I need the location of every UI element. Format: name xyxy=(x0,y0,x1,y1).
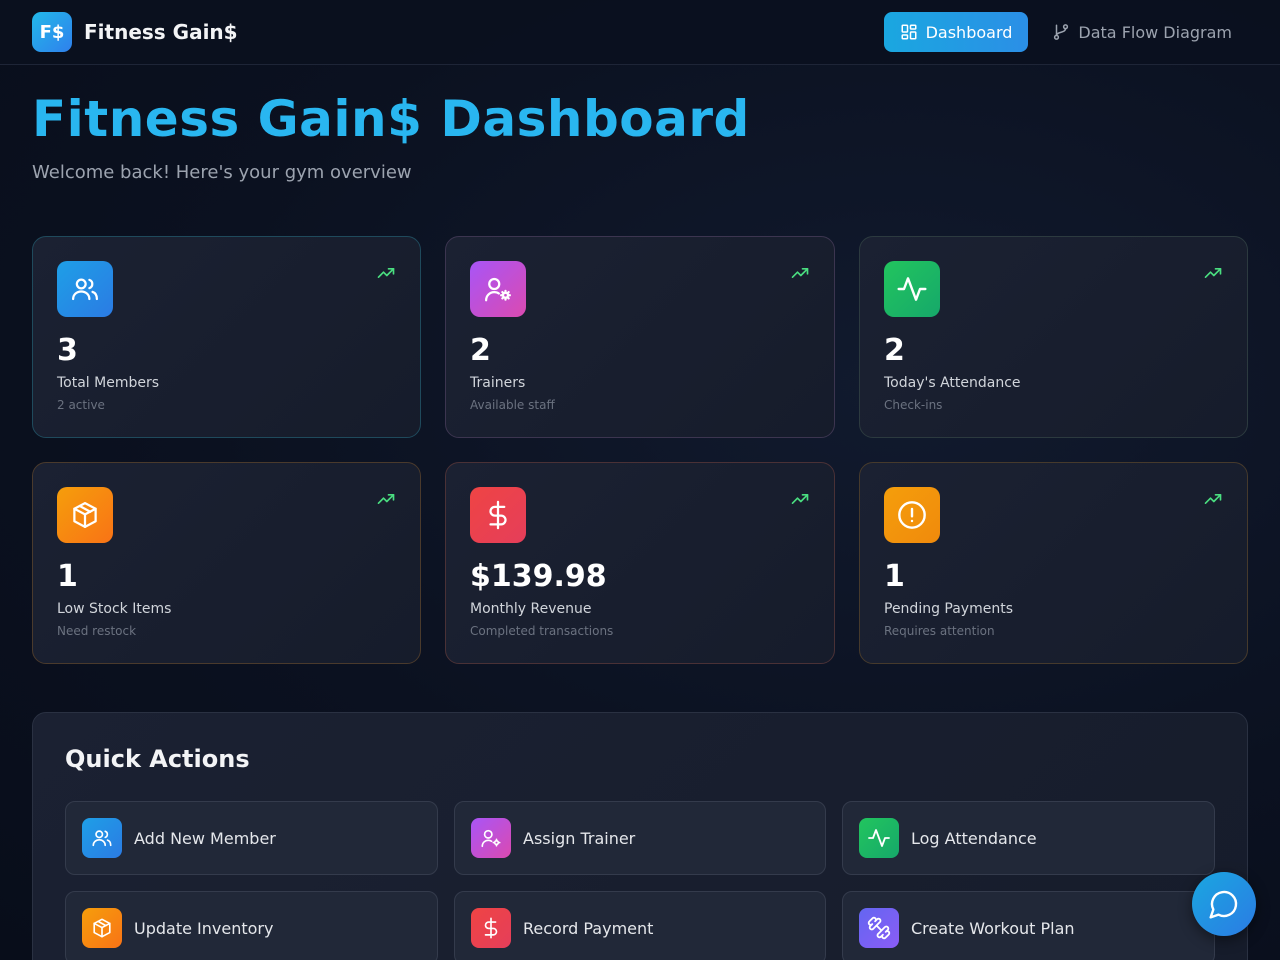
nav-tabs: Dashboard Data Flow Diagram xyxy=(883,12,1248,52)
activity-icon xyxy=(859,818,899,858)
stat-sublabel: 2 active xyxy=(57,398,105,412)
stat-card-attendance: 2 Today's Attendance Check-ins xyxy=(859,236,1248,438)
dollar-icon xyxy=(471,908,511,948)
trending-up-icon xyxy=(377,494,395,504)
stat-label: Total Members xyxy=(57,375,160,391)
nav-diagram-button[interactable]: Data Flow Diagram xyxy=(1036,12,1248,52)
stat-sublabel: Available staff xyxy=(470,398,555,412)
stat-card-trainers: 2 Trainers Available staff xyxy=(445,236,835,438)
stat-sublabel: Check-ins xyxy=(884,398,943,412)
top-navbar: F$ Fitness Gain$ Dashboard Data Flow Dia… xyxy=(0,0,1280,65)
users-icon xyxy=(57,261,113,317)
quick-action-label: Assign Trainer xyxy=(523,828,636,848)
page-subtitle: Welcome back! Here's your gym overview xyxy=(32,162,412,183)
stat-value: 2 xyxy=(470,333,491,368)
nav-dashboard-label: Dashboard xyxy=(925,22,1013,42)
package-icon xyxy=(82,908,122,948)
message-circle-icon xyxy=(1209,890,1238,919)
assign-trainer-button[interactable]: Assign Trainer xyxy=(454,801,826,875)
dollar-icon xyxy=(470,487,526,543)
stat-card-total-members: 3 Total Members 2 active xyxy=(32,236,421,438)
user-cog-icon xyxy=(470,261,526,317)
grid-icon xyxy=(901,24,917,40)
dumbbell-icon xyxy=(859,908,899,948)
brand-name: Fitness Gain$ xyxy=(84,20,238,44)
quick-actions-title: Quick Actions xyxy=(65,745,250,773)
nav-diagram-label: Data Flow Diagram xyxy=(1078,22,1232,42)
stat-label: Low Stock Items xyxy=(57,601,172,617)
trending-up-icon xyxy=(1204,268,1222,278)
stat-card-low-stock: 1 Low Stock Items Need restock xyxy=(32,462,421,664)
stat-sublabel: Requires attention xyxy=(884,624,995,638)
update-inventory-button[interactable]: Update Inventory xyxy=(65,891,438,960)
stat-card-revenue: $139.98 Monthly Revenue Completed transa… xyxy=(445,462,835,664)
stat-value: 1 xyxy=(57,559,78,594)
stats-grid: 3 Total Members 2 active 2 Trainers Avai… xyxy=(32,236,1248,664)
trending-up-icon xyxy=(377,268,395,278)
chat-button[interactable] xyxy=(1192,872,1256,936)
stat-sublabel: Completed transactions xyxy=(470,624,614,638)
git-branch-icon xyxy=(1054,24,1069,40)
quick-action-label: Add New Member xyxy=(134,828,276,848)
user-cog-icon xyxy=(471,818,511,858)
quick-action-label: Record Payment xyxy=(523,918,654,938)
trending-up-icon xyxy=(1204,494,1222,504)
trending-up-icon xyxy=(791,268,809,278)
stat-value: 3 xyxy=(57,333,78,368)
stat-card-pending-payments: 1 Pending Payments Requires attention xyxy=(859,462,1248,664)
stat-sublabel: Need restock xyxy=(57,624,137,638)
log-attendance-button[interactable]: Log Attendance xyxy=(842,801,1215,875)
stat-label: Trainers xyxy=(470,375,526,391)
quick-action-label: Create Workout Plan xyxy=(911,918,1075,938)
stat-label: Pending Payments xyxy=(884,601,1014,617)
stat-label: Today's Attendance xyxy=(884,375,1021,391)
add-member-button[interactable]: Add New Member xyxy=(65,801,438,875)
stat-value: 1 xyxy=(884,559,905,594)
quick-action-label: Log Attendance xyxy=(911,828,1037,848)
stat-label: Monthly Revenue xyxy=(470,601,592,617)
quick-actions-grid: Add New Member Assign Trainer Log Attend… xyxy=(65,801,1215,960)
brand-logo: F$ xyxy=(32,12,72,52)
activity-icon xyxy=(884,261,940,317)
nav-dashboard-button[interactable]: Dashboard xyxy=(883,12,1029,52)
record-payment-button[interactable]: Record Payment xyxy=(454,891,826,960)
create-workout-plan-button[interactable]: Create Workout Plan xyxy=(842,891,1215,960)
stat-value: $139.98 xyxy=(470,559,607,594)
package-icon xyxy=(57,487,113,543)
stat-value: 2 xyxy=(884,333,905,368)
brand[interactable]: F$ Fitness Gain$ xyxy=(32,12,238,52)
page-title: Fitness Gain$ Dashboard xyxy=(32,90,750,148)
alert-circle-icon xyxy=(884,487,940,543)
quick-action-label: Update Inventory xyxy=(134,918,274,938)
trending-up-icon xyxy=(791,494,809,504)
users-icon xyxy=(82,818,122,858)
quick-actions-panel: Quick Actions Add New Member Assign Trai… xyxy=(32,712,1248,960)
